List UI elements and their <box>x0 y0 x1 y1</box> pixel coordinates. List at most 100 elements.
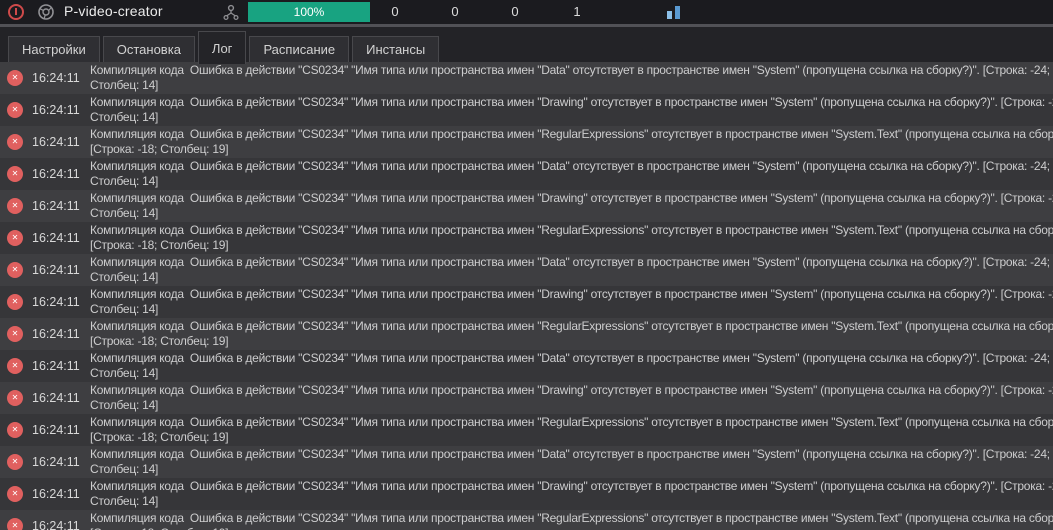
log-row[interactable]: ✕ 16:24:11 Компиляция кода Ошибка в дейс… <box>0 286 1053 318</box>
log-timestamp: 16:24:11 <box>32 487 80 501</box>
error-icon: ✕ <box>7 134 23 150</box>
log-message-line1: Компиляция кода Ошибка в действии "CS023… <box>90 127 1053 141</box>
log-timestamp: 16:24:11 <box>32 199 80 213</box>
log-row[interactable]: ✕ 16:24:11 Компиляция кода Ошибка в дейс… <box>0 158 1053 190</box>
log-row[interactable]: ✕ 16:24:11 Компиляция кода Ошибка в дейс… <box>0 190 1053 222</box>
tab-label: Настройки <box>22 42 86 57</box>
log-row[interactable]: ✕ 16:24:11 Компиляция кода Ошибка в дейс… <box>0 414 1053 446</box>
log-row[interactable]: ✕ 16:24:11 Компиляция кода Ошибка в дейс… <box>0 382 1053 414</box>
log-message-line2: Столбец: 14] <box>90 398 159 412</box>
tab-bar: Настройки Остановка Лог Расписание Инста… <box>0 27 1053 64</box>
proxy-network-icon[interactable] <box>222 4 240 21</box>
log-row[interactable]: ✕ 16:24:11 Компиляция кода Ошибка в дейс… <box>0 222 1053 254</box>
log-message-line2: Столбец: 14] <box>90 270 159 284</box>
log-message-line1: Компиляция кода Ошибка в действии "CS023… <box>90 223 1053 237</box>
log-message: Компиляция кода Ошибка в действии "CS023… <box>90 446 1053 477</box>
log-timestamp: 16:24:11 <box>32 519 80 530</box>
log-message-line2: [Строка: -18; Столбец: 19] <box>90 238 229 252</box>
tab[interactable]: Настройки <box>8 36 100 62</box>
log-row[interactable]: ✕ 16:24:11 Компиляция кода Ошибка в дейс… <box>0 62 1053 94</box>
log-list[interactable]: ✕ 16:24:11 Компиляция кода Ошибка в дейс… <box>0 62 1053 530</box>
app-title: P-video-creator <box>64 3 163 19</box>
error-icon: ✕ <box>7 262 23 278</box>
log-message: Компиляция кода Ошибка в действии "CS023… <box>90 190 1053 221</box>
tab-label: Лог <box>211 40 233 56</box>
log-message-line2: Столбец: 14] <box>90 78 159 92</box>
tab[interactable]: Лог <box>197 31 247 64</box>
log-message-line1: Компиляция кода Ошибка в действии "CS023… <box>90 255 1050 269</box>
log-message: Компиляция кода Ошибка в действии "CS023… <box>90 510 1053 530</box>
log-message-line2: [Строка: -18; Столбец: 19] <box>90 142 229 156</box>
log-row[interactable]: ✕ 16:24:11 Компиляция кода Ошибка в дейс… <box>0 446 1053 478</box>
log-message-line2: Столбец: 14] <box>90 174 159 188</box>
log-row[interactable]: ✕ 16:24:11 Компиляция кода Ошибка в дейс… <box>0 350 1053 382</box>
error-icon: ✕ <box>7 390 23 406</box>
log-message: Компиляция кода Ошибка в действии "CS023… <box>90 478 1053 509</box>
tab-label: Инстансы <box>366 42 426 57</box>
log-timestamp: 16:24:11 <box>32 103 80 117</box>
log-message: Компиляция кода Ошибка в действии "CS023… <box>90 414 1053 445</box>
log-message-line1: Компиляция кода Ошибка в действии "CS023… <box>90 159 1050 173</box>
tab[interactable]: Остановка <box>102 36 195 62</box>
error-icon: ✕ <box>7 486 23 502</box>
log-message-line1: Компиляция кода Ошибка в действии "CS023… <box>90 287 1053 301</box>
bar-chart-icon[interactable] <box>666 5 686 20</box>
error-icon: ✕ <box>7 326 23 342</box>
tab[interactable]: Расписание <box>249 36 350 62</box>
log-message: Компиляция кода Ошибка в действии "CS023… <box>90 350 1053 381</box>
log-timestamp: 16:24:11 <box>32 455 80 469</box>
log-timestamp: 16:24:11 <box>32 359 80 373</box>
tab-label: Остановка <box>116 42 181 57</box>
log-message-line2: [Строка: -18; Столбец: 19] <box>90 526 1053 530</box>
tab[interactable]: Инстансы <box>352 36 440 62</box>
log-message: Компиляция кода Ошибка в действии "CS023… <box>90 62 1053 93</box>
log-timestamp: 16:24:11 <box>32 327 80 341</box>
log-message-line2: [Строка: -18; Столбец: 19] <box>90 430 229 444</box>
error-icon: ✕ <box>7 294 23 310</box>
chromium-icon[interactable] <box>38 4 54 20</box>
log-timestamp: 16:24:11 <box>32 391 80 405</box>
log-message: Компиляция кода Ошибка в действии "CS023… <box>90 382 1053 413</box>
log-row[interactable]: ✕ 16:24:11 Компиляция кода Ошибка в дейс… <box>0 318 1053 350</box>
log-row[interactable]: ✕ 16:24:11 Компиляция кода Ошибка в дейс… <box>0 510 1053 530</box>
log-timestamp: 16:24:11 <box>32 423 80 437</box>
error-icon: ✕ <box>7 518 23 530</box>
error-icon: ✕ <box>7 422 23 438</box>
log-row[interactable]: ✕ 16:24:11 Компиляция кода Ошибка в дейс… <box>0 478 1053 510</box>
log-message-line1: Компиляция кода Ошибка в действии "CS023… <box>90 191 1053 205</box>
log-message-line2: Столбец: 14] <box>90 206 159 220</box>
log-timestamp: 16:24:11 <box>32 167 80 181</box>
log-message-line1: Компиляция кода Ошибка в действии "CS023… <box>90 447 1050 461</box>
log-message-line2: Столбец: 14] <box>90 494 159 508</box>
log-message-line1: Компиляция кода Ошибка в действии "CS023… <box>90 319 1053 333</box>
log-message-line2: Столбец: 14] <box>90 462 159 476</box>
tab-label: Расписание <box>263 42 336 57</box>
log-message-line1: Компиляция кода Ошибка в действии "CS023… <box>90 351 1050 365</box>
log-message: Компиляция кода Ошибка в действии "CS023… <box>90 318 1053 349</box>
progress-bar: 100% <box>248 2 370 22</box>
error-icon: ✕ <box>7 358 23 374</box>
log-message-line2: Столбец: 14] <box>90 366 159 380</box>
error-icon: ✕ <box>7 70 23 86</box>
log-timestamp: 16:24:11 <box>32 295 80 309</box>
log-row[interactable]: ✕ 16:24:11 Компиляция кода Ошибка в дейс… <box>0 254 1053 286</box>
log-timestamp: 16:24:11 <box>32 71 80 85</box>
log-timestamp: 16:24:11 <box>32 135 80 149</box>
error-icon: ✕ <box>7 454 23 470</box>
log-row[interactable]: ✕ 16:24:11 Компиляция кода Ошибка в дейс… <box>0 94 1053 126</box>
counter-3: 1 <box>573 4 581 19</box>
log-message: Компиляция кода Ошибка в действии "CS023… <box>90 158 1053 189</box>
error-icon: ✕ <box>7 198 23 214</box>
error-icon: ✕ <box>7 102 23 118</box>
log-message-line1: Компиляция кода Ошибка в действии "CS023… <box>90 383 1053 397</box>
counter-2: 0 <box>511 4 519 19</box>
error-status-icon[interactable] <box>8 4 24 20</box>
log-message: Компиляция кода Ошибка в действии "CS023… <box>90 126 1053 157</box>
log-message-line2: Столбец: 14] <box>90 110 159 124</box>
log-message-line1: Компиляция кода Ошибка в действии "CS023… <box>90 415 1053 429</box>
error-icon: ✕ <box>7 230 23 246</box>
log-timestamp: 16:24:11 <box>32 231 80 245</box>
log-row[interactable]: ✕ 16:24:11 Компиляция кода Ошибка в дейс… <box>0 126 1053 158</box>
log-message: Компиляция кода Ошибка в действии "CS023… <box>90 254 1053 285</box>
log-message-line1: Компиляция кода Ошибка в действии "CS023… <box>90 511 1053 525</box>
